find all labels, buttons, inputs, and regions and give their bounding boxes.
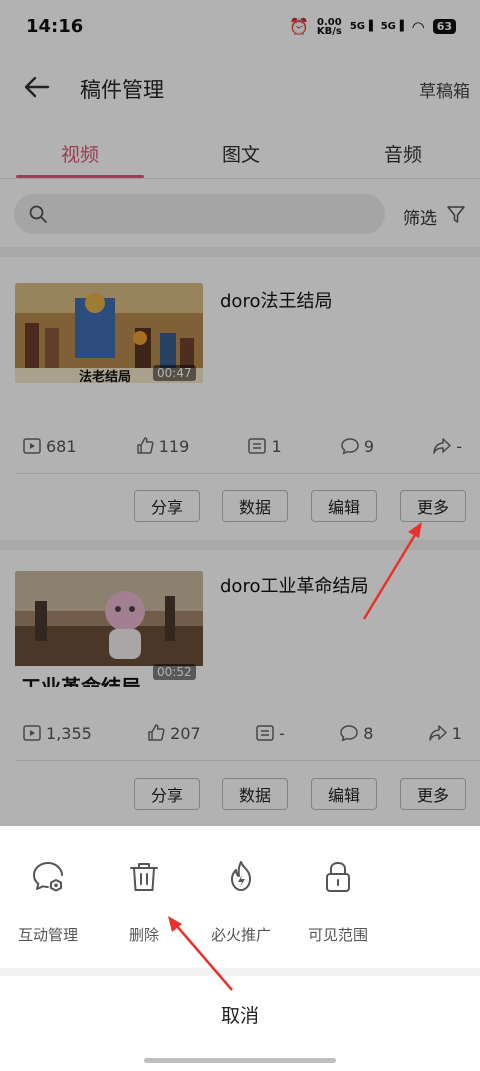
sheet-item-label: 可见范围 [307, 926, 368, 944]
home-indicator[interactable] [144, 1058, 336, 1063]
sheet-item-label: 删除 [128, 926, 159, 944]
modal-backdrop[interactable] [0, 0, 480, 826]
fire-icon [231, 861, 251, 891]
trash-icon [130, 863, 158, 891]
sheet-separator [0, 968, 480, 976]
delete-option[interactable]: 删除 [96, 858, 192, 945]
lock-icon [326, 861, 350, 892]
sheet-item-label: 必火推广 [210, 926, 271, 944]
interaction-settings-icon [33, 862, 63, 892]
visibility-option[interactable]: 可见范围 [290, 858, 386, 945]
interaction-management-option[interactable]: 互动管理 [0, 858, 96, 945]
promote-option[interactable]: 必火推广 [193, 858, 289, 945]
sheet-item-label: 互动管理 [17, 926, 78, 944]
cancel-button[interactable]: 取消 [0, 976, 480, 1052]
